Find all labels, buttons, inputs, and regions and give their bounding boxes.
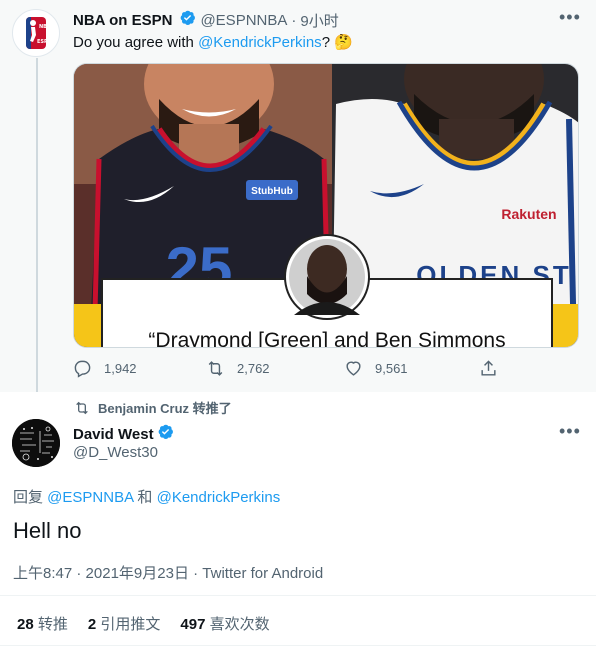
author-name[interactable]: NBA on ESPN — [73, 12, 172, 29]
likes-count: 497 — [180, 616, 206, 633]
dot-separator: · — [72, 565, 86, 582]
stubhub-patch-text: StubHub — [251, 186, 293, 197]
tweet-source[interactable]: Twitter for Android — [202, 565, 323, 582]
share-icon — [481, 360, 496, 376]
parent-tweet[interactable]: NBA ESPN NBA on ESPN @ESPNNBA · 9小时 ••• … — [0, 0, 596, 392]
reply-prefix: 回复 — [13, 489, 48, 506]
retweet-small-icon — [76, 401, 88, 414]
tweet-time[interactable]: 9小时 — [300, 10, 338, 31]
thinking-emoji: 🤔 — [334, 34, 353, 51]
reply-button[interactable]: 1,942 — [73, 359, 137, 378]
divider — [0, 645, 596, 646]
tweet-action-bar: 1,942 2,762 9,561 — [73, 359, 513, 381]
divider — [0, 595, 596, 596]
retweet-context[interactable]: Benjamin Cruz 转推了 — [74, 398, 232, 417]
retweets-count: 28 — [17, 616, 34, 633]
main-author-handle[interactable]: @D_West30 — [73, 444, 158, 461]
retweeted-by-text: Benjamin Cruz 转推了 — [98, 401, 232, 416]
quotes-count: 2 — [87, 616, 97, 633]
tweet-date[interactable]: 2021年9月23日 — [86, 565, 189, 582]
tweet-media-image[interactable]: StubHub 25 Rakuten OLDEN ST “Draymond [G… — [73, 63, 579, 348]
tweet-text-end: ? — [321, 34, 331, 51]
more-options-icon[interactable]: ••• — [559, 422, 580, 446]
like-button[interactable]: 9,561 — [344, 359, 408, 378]
retweet-count: 2,762 — [237, 361, 270, 376]
author-handle[interactable]: @ESPNNBA — [200, 12, 287, 29]
main-tweet-text: Hell no — [13, 518, 82, 543]
svg-text:ESPN: ESPN — [37, 39, 52, 45]
mention-link[interactable]: @KendrickPerkins — [198, 34, 322, 51]
reply-to-line: 回复 @ESPNNBA 和 @KendrickPerkins — [13, 486, 280, 507]
rakuten-patch-text: Rakuten — [501, 206, 556, 222]
verified-badge-icon — [157, 423, 174, 445]
reply-and: 和 — [133, 489, 157, 506]
retweet-button[interactable]: 2,762 — [206, 359, 270, 378]
heart-icon — [346, 361, 361, 376]
tweet-text-start: Do you agree with — [73, 34, 199, 51]
retweet-icon — [208, 361, 223, 376]
tweet-timestamp: 上午8:47 · 2021年9月23日 · Twitter for Androi… — [13, 562, 323, 583]
main-author-name[interactable]: David West — [73, 426, 154, 443]
nba-avatar[interactable]: NBA ESPN — [12, 9, 60, 57]
reply-icon — [74, 360, 91, 378]
media-quote-text: “Draymond [Green] and Ben Simmons — [148, 329, 505, 348]
tweet-stats: 28 转推 2 引用推文 497 喜欢次数 — [17, 613, 270, 634]
tweet-text: Do you agree with @KendrickPerkins? 🤔 — [73, 33, 353, 51]
likes-label: 喜欢次数 — [209, 616, 270, 633]
quotes-stat[interactable]: 2 引用推文 — [88, 613, 161, 634]
retweets-stat[interactable]: 28 转推 — [17, 613, 68, 634]
like-count: 9,561 — [375, 361, 408, 376]
verified-badge-icon — [179, 9, 196, 31]
quotes-label: 引用推文 — [100, 616, 161, 633]
likes-stat[interactable]: 497 喜欢次数 — [180, 613, 269, 634]
tweet-time[interactable]: 上午8:47 — [13, 565, 72, 582]
david-west-avatar[interactable] — [12, 419, 60, 467]
dot-separator: · — [188, 565, 203, 582]
svg-text:NBA: NBA — [39, 24, 51, 30]
reply-mention-perkins[interactable]: @KendrickPerkins — [157, 489, 281, 506]
share-button[interactable] — [479, 359, 498, 378]
retweets-label: 转推 — [37, 616, 68, 633]
reply-mention-espnnba[interactable]: @ESPNNBA — [47, 489, 133, 506]
thread-line — [36, 58, 38, 392]
separator-dot: · — [291, 11, 297, 29]
reply-count: 1,942 — [104, 361, 137, 376]
more-options-icon[interactable]: ••• — [559, 8, 580, 32]
